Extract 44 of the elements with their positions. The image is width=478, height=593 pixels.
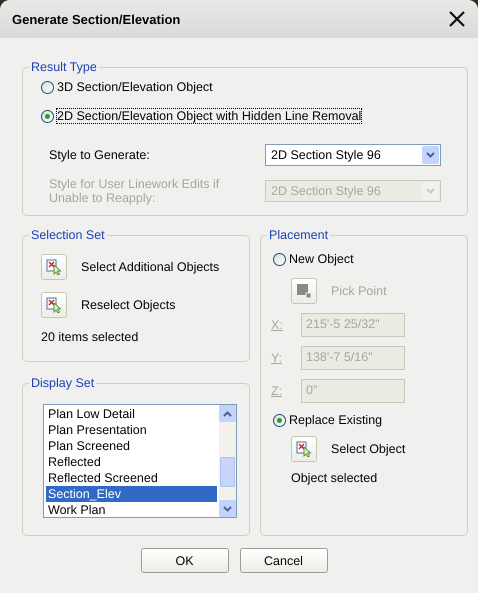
group-label: Selection Set bbox=[30, 228, 106, 242]
radio-button[interactable]: 3D Section/Elevation Object bbox=[41, 80, 213, 94]
button-label: Pick Point bbox=[331, 284, 387, 298]
dropdown[interactable]: 2D Section Style 96 bbox=[265, 144, 441, 166]
axis-label: X: bbox=[271, 318, 284, 332]
radio-button[interactable]: Replace Existing bbox=[273, 413, 382, 427]
axis-label: Y: bbox=[271, 350, 284, 364]
group-label: Display Set bbox=[30, 376, 96, 390]
cursor-icon bbox=[296, 441, 312, 457]
dialog-button[interactable]: OK bbox=[140, 548, 228, 573]
scrollbar[interactable] bbox=[219, 405, 236, 517]
select-objects-button[interactable] bbox=[41, 292, 67, 318]
list-item[interactable]: Plan Low Detail bbox=[46, 406, 217, 422]
scroll-thumb[interactable] bbox=[220, 457, 235, 487]
list-item[interactable]: Reflected bbox=[46, 454, 217, 470]
button-label: Select Object bbox=[331, 442, 406, 456]
list-item[interactable]: Work Plan bbox=[46, 502, 217, 517]
button-label: Select Additional Objects bbox=[81, 260, 220, 274]
group-label: Placement bbox=[268, 228, 330, 242]
caret-down-icon bbox=[223, 506, 232, 512]
radio-button[interactable]: New Object bbox=[273, 252, 354, 266]
button-label: Reselect Objects bbox=[81, 298, 176, 312]
cursor-icon bbox=[46, 259, 62, 275]
pick-point-icon bbox=[296, 282, 312, 298]
caret-up-icon bbox=[223, 410, 232, 416]
list-item[interactable]: Section_Elev bbox=[46, 486, 217, 502]
field-label: Style for User Linework Edits if Unable to Reapply: bbox=[49, 177, 220, 205]
select-objects-button[interactable] bbox=[291, 436, 317, 462]
list-item[interactable]: Plan Screened bbox=[46, 438, 217, 454]
select-objects-button[interactable] bbox=[41, 254, 67, 280]
group-label: Result Type bbox=[30, 60, 98, 74]
list-item[interactable]: Reflected Screened bbox=[46, 470, 217, 486]
status-text: Object selected bbox=[291, 471, 378, 485]
scroll-down-button[interactable] bbox=[219, 500, 236, 517]
status-text: 20 items selected bbox=[41, 330, 140, 344]
cursor-icon bbox=[46, 297, 62, 313]
scroll-up-button[interactable] bbox=[219, 405, 236, 422]
axis-label: Z: bbox=[271, 384, 284, 398]
close-icon[interactable] bbox=[448, 10, 466, 28]
window-title: Generate Section/Elevation bbox=[12, 12, 180, 26]
field-label: Style to Generate: bbox=[49, 148, 151, 162]
list-item[interactable]: Plan Presentation bbox=[46, 422, 217, 438]
radio-button[interactable]: 2D Section/Elevation Object with Hidden Line Removal bbox=[41, 109, 362, 123]
dialog-button[interactable]: Cancel bbox=[240, 548, 328, 573]
